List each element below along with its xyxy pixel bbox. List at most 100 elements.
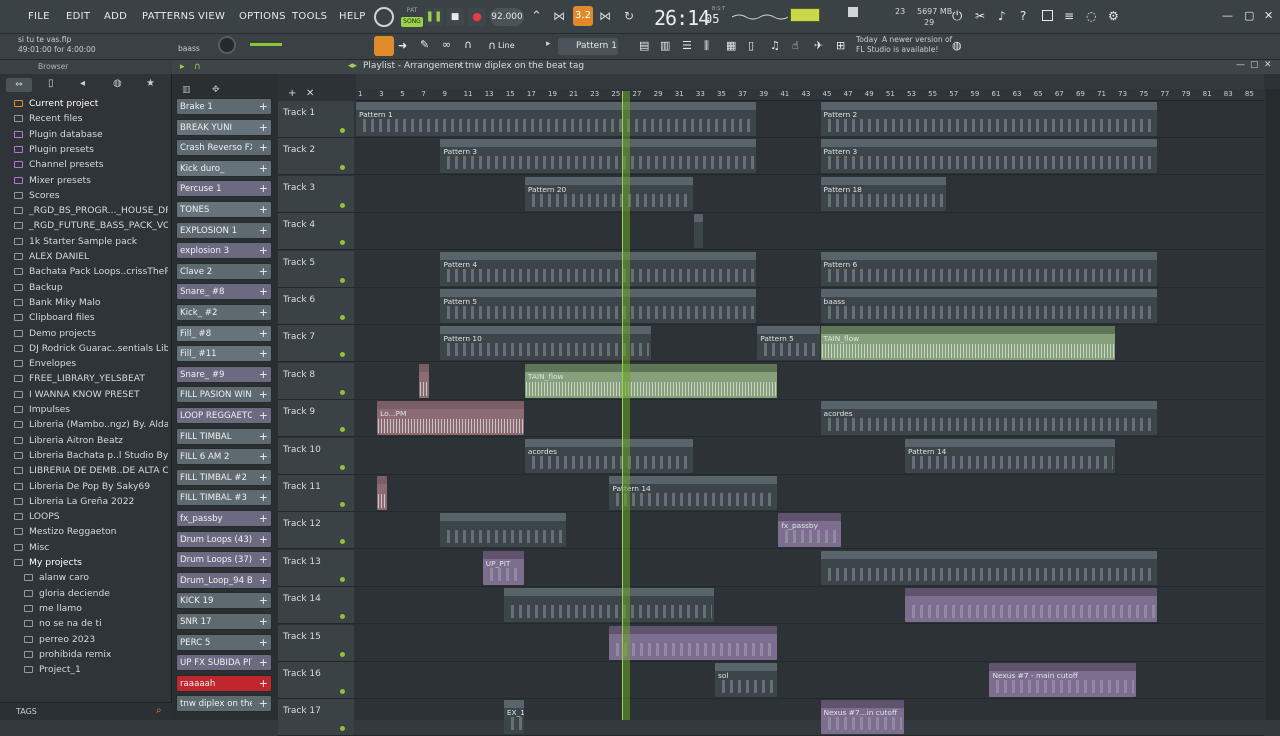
browser-item[interactable]: alanw caro [24, 572, 168, 583]
track-header[interactable]: Track 5 [278, 250, 354, 287]
browser-star-icon[interactable]: ★ [146, 78, 155, 89]
channel-plus-icon[interactable]: + [259, 306, 268, 319]
menu-help[interactable]: HELP [339, 11, 366, 22]
channel-button[interactable]: Drum_Loop_94 Bpm + [176, 571, 272, 589]
browser-item[interactable]: Demo projects [14, 328, 168, 339]
channel-button[interactable]: Fill_ #11 + [176, 345, 272, 363]
pattern-clip[interactable]: Pattern 20 [524, 176, 693, 211]
channel-button[interactable]: LOOP REGGAETON CO... + [176, 407, 272, 424]
channel-button[interactable]: SNR 17 + [176, 613, 272, 630]
playlist-maximize-icon[interactable]: ▢ [1250, 60, 1259, 70]
menu-tools[interactable]: TOOLS [292, 11, 327, 22]
pattern-clip[interactable] [419, 363, 429, 398]
browser-item[interactable]: Plugin presets [14, 144, 168, 155]
browser-item[interactable]: Mixer presets [14, 175, 168, 186]
clipboard-icon[interactable]: ▯ [748, 39, 754, 52]
playlist-track[interactable]: Track 7 Pattern 10 Pattern 5 TAIN_flow [278, 325, 1264, 363]
news-text-2[interactable]: FL Studio is available! [856, 45, 938, 54]
track-header[interactable]: Track 15 [278, 624, 354, 661]
track-header[interactable]: Track 2 [278, 138, 354, 175]
channel-rack-icon[interactable]: ☰ [682, 39, 692, 52]
channel-plus-icon[interactable]: + [259, 162, 268, 175]
playlist-track[interactable]: Track 6 Pattern 5 baass [278, 288, 1264, 325]
pattern-song-toggle[interactable] [374, 7, 394, 27]
channel-plus-icon[interactable]: + [259, 244, 268, 257]
browser-item[interactable]: Libreria De Pop By Saky69 [14, 481, 168, 492]
mic-icon[interactable]: ♪ [998, 9, 1006, 23]
browser-item[interactable]: Project_1 [24, 664, 168, 675]
menu-view[interactable]: VIEW [198, 11, 225, 22]
channel-plus-icon[interactable]: + [259, 285, 268, 298]
pattern-clip[interactable]: Pattern 10 [440, 326, 651, 361]
channel-button[interactable]: FILL TIMBAL + [176, 427, 272, 445]
channel-button[interactable]: fx_passby + [176, 510, 272, 527]
channel-plus-icon[interactable]: + [259, 615, 268, 628]
browser-item[interactable]: ALEX DANIEL [14, 251, 168, 262]
pin-icon[interactable]: ▸ [180, 62, 185, 72]
power-icon[interactable]: ⏻ [952, 9, 962, 24]
playlist-track[interactable]: Track 10 acordes Pattern 14 [278, 437, 1264, 475]
channel-button[interactable]: explosion 3 + [176, 242, 272, 260]
track-mute-led[interactable] [340, 389, 345, 395]
channel-plus-icon[interactable]: + [259, 224, 268, 237]
pattern-clip[interactable]: acordes [820, 401, 1158, 436]
metronome-icon[interactable]: ⌃ [531, 9, 542, 24]
playlist-track[interactable]: Track 13 UP_PIT [278, 549, 1264, 587]
browser-item[interactable]: Impulses [14, 404, 168, 415]
touch-icon[interactable]: ☝ [792, 39, 799, 52]
track-header[interactable]: Track 10 [278, 437, 354, 474]
browser-plugin-icon[interactable]: ◍ [113, 78, 122, 89]
help-icon[interactable]: ? [1020, 9, 1026, 23]
track-header[interactable]: Track 13 [278, 549, 354, 586]
browser-item[interactable]: Mestizo Reggaeton [14, 526, 168, 537]
track-mute-led[interactable] [340, 689, 345, 694]
channel-plus-icon[interactable]: + [259, 450, 268, 463]
pattern-clip[interactable]: EX_1 [503, 700, 524, 735]
track-mute-led[interactable] [340, 202, 345, 208]
loop-record-icon[interactable]: ↻ [624, 9, 634, 23]
pattern-clip[interactable]: TAIN_flow [820, 326, 1116, 361]
next-icon[interactable]: ➜ [398, 39, 407, 52]
browser-item[interactable]: Scores [14, 190, 168, 201]
channel-button[interactable]: Brake 1 + [176, 98, 272, 115]
channel-button[interactable]: raaaaah + [176, 674, 272, 692]
playlist-track[interactable]: Track 14 [278, 587, 1264, 625]
channel-button[interactable]: Snare_ #8 + [176, 283, 272, 301]
browser-item[interactable]: perreo 2023 [24, 634, 168, 645]
track-mute-led[interactable] [340, 539, 345, 545]
pattern-clip[interactable]: Nexus #7 - main cutoff [989, 663, 1137, 697]
channel-button[interactable]: Clave 2 + [176, 262, 272, 280]
master-pitch-knob[interactable] [218, 36, 236, 54]
channel-plus-icon[interactable]: + [259, 656, 268, 669]
channel-plus-icon[interactable]: + [259, 203, 268, 216]
minimize-icon[interactable]: — [1222, 9, 1233, 22]
browser-item[interactable]: Libreria La Greña 2022 [14, 496, 168, 507]
browser-item[interactable]: FREE_LIBRARY_YELSBEAT [14, 373, 168, 384]
browser-item[interactable]: Channel presets [14, 159, 168, 170]
song-mode-button[interactable]: SONG [401, 17, 423, 27]
track-header[interactable]: Track 3 [278, 175, 354, 212]
stop-button[interactable]: ■ [446, 8, 464, 26]
playlist-minimize-icon[interactable]: — [1236, 60, 1245, 70]
browser-files-icon[interactable]: ▯ [48, 78, 54, 89]
piano-roll-icon[interactable]: ▥ [660, 39, 670, 52]
browser-item[interactable]: no se na de ti [24, 618, 168, 629]
pattern-clip[interactable]: Pattern 3 [820, 139, 1158, 174]
pattern-clip[interactable]: Pattern 5 [757, 326, 820, 361]
track-header[interactable]: Track 11 [278, 475, 354, 511]
track-mute-led[interactable] [340, 315, 345, 320]
pattern-clip[interactable]: Lo...PM [377, 401, 524, 436]
pattern-clip[interactable] [503, 588, 714, 623]
track-header[interactable]: Track 12 [278, 512, 354, 549]
channel-button[interactable]: Crash Reverso FX - P... + [176, 139, 272, 157]
globe-icon[interactable]: ◍ [952, 39, 962, 52]
track-header[interactable]: Track 7 [278, 325, 354, 362]
cart-icon[interactable]: ⊞ [836, 39, 845, 52]
channel-button[interactable]: Drum Loops (43) + [176, 530, 272, 548]
pattern-clip[interactable] [693, 214, 704, 249]
browser-icon[interactable]: ♫ [770, 39, 780, 52]
wait-input-icon[interactable]: ⋈ [553, 9, 565, 23]
playlist-track[interactable]: Track 16 sol Nexus #7 - main cutoff [278, 662, 1264, 699]
pattern-clip[interactable]: Nexus #7...in cutoff [820, 700, 904, 735]
fl-cloud-icon[interactable]: ✈ [814, 39, 823, 52]
